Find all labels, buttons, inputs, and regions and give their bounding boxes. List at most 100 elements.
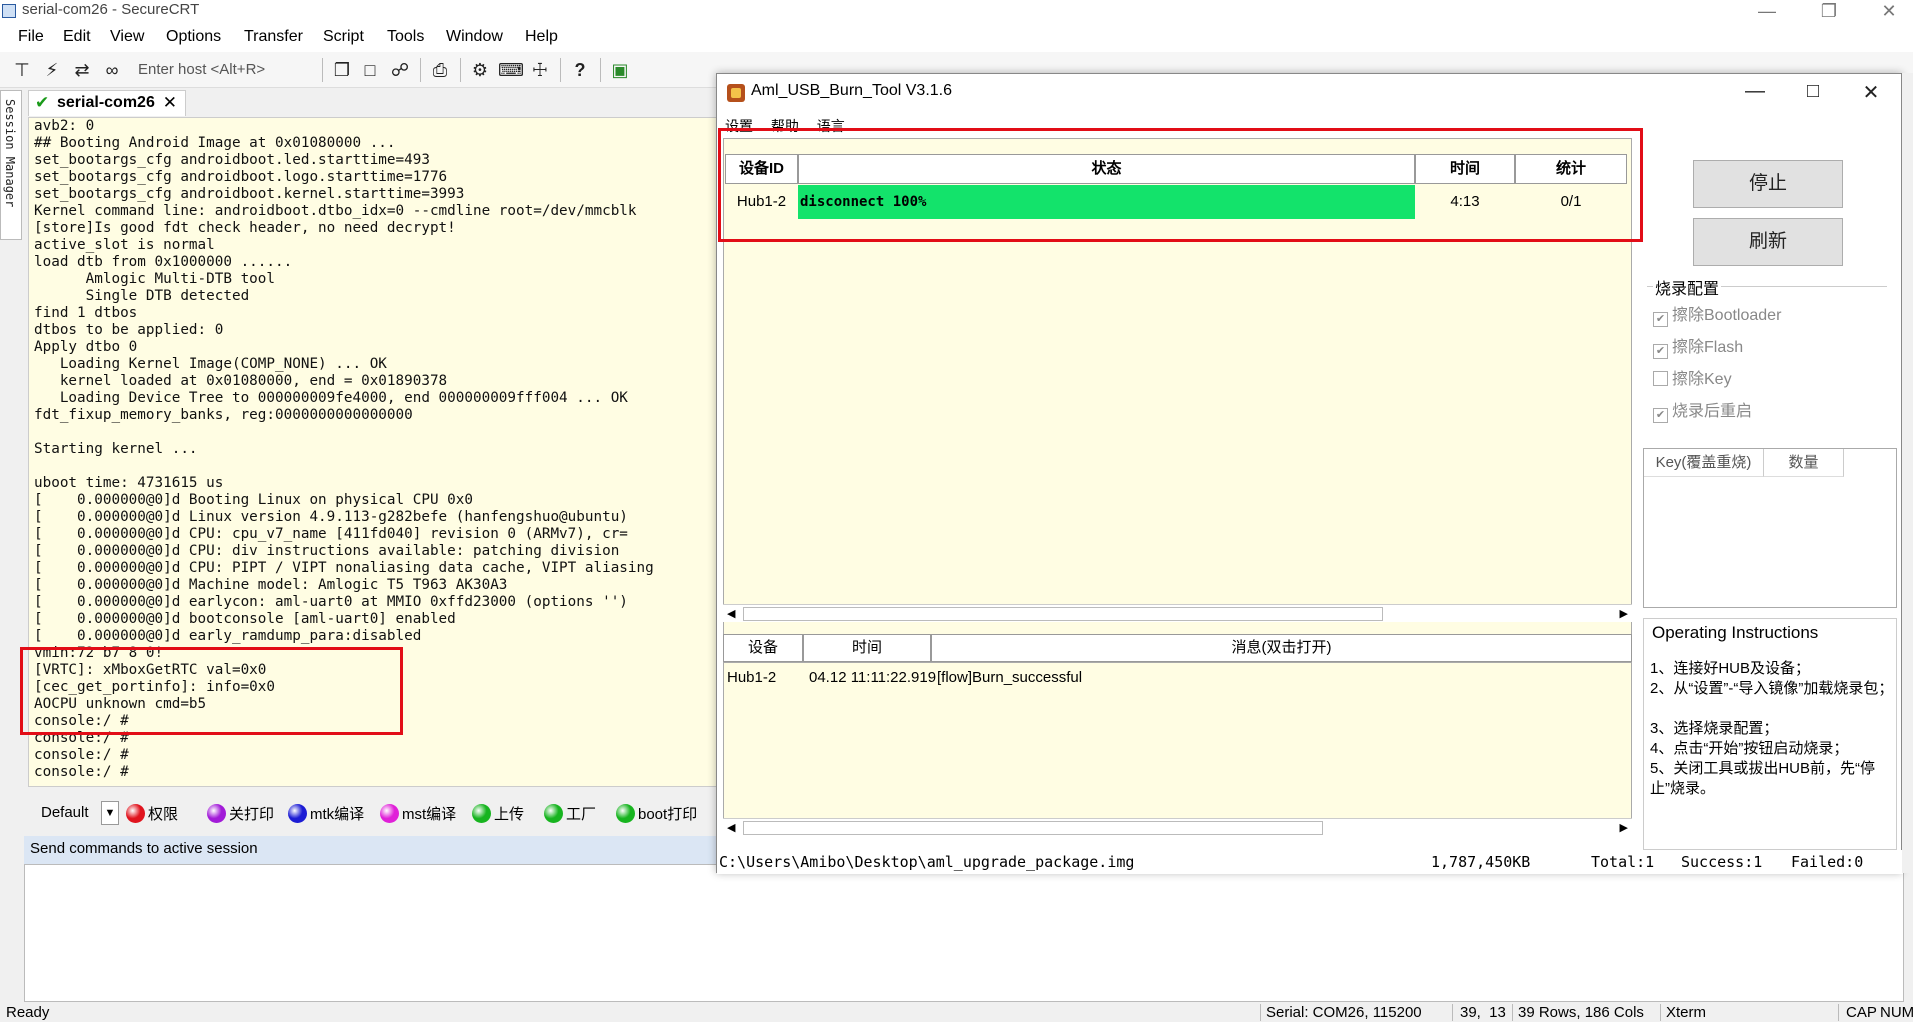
config-checkbox[interactable]: 擦除Key	[1653, 365, 1732, 389]
menu-help[interactable]: Help	[525, 28, 558, 46]
tab-close-icon[interactable]: ✕	[163, 93, 177, 113]
title-bar: serial-com26 - SecureCRT — ❐ ✕	[0, 0, 1913, 24]
terminal-line: active_slot is normal	[34, 237, 215, 253]
config-checkbox[interactable]: ✔ 擦除Flash	[1653, 333, 1743, 359]
scroll-right-icon[interactable]: ▶	[1620, 821, 1628, 834]
checkbox-icon[interactable]: ✔	[1653, 408, 1668, 423]
status-ready: Ready	[6, 1004, 50, 1021]
link-icon[interactable]: ∞	[100, 58, 124, 82]
paste-icon[interactable]: □	[358, 58, 382, 82]
scroll-right-icon[interactable]: ▶	[1620, 607, 1628, 620]
toolbar-separator	[600, 58, 601, 82]
terminal-line: [ 0.000000@0]d CPU: cpu_v7_name [411fd04…	[34, 526, 628, 542]
burn-maximize-icon[interactable]: □	[1793, 80, 1833, 103]
message-row[interactable]: Hub1-2 04.12 11:11:22.919 [flow]Burn_suc…	[724, 663, 1633, 693]
menu-window[interactable]: Window	[446, 28, 503, 46]
column-msg-device[interactable]: 设备	[723, 634, 803, 662]
burn-close-icon[interactable]: ✕	[1851, 80, 1891, 105]
checkbox-icon[interactable]: ✔	[1653, 344, 1668, 359]
terminal-line: [ 0.000000@0]d CPU: div instructions ava…	[34, 543, 620, 559]
find-icon[interactable]: ☍	[388, 58, 412, 82]
print-icon[interactable]: ⎙	[428, 58, 452, 82]
sftp-icon[interactable]: ▣	[608, 58, 632, 82]
terminal-line: Loading Device Tree to 000000009fe4000, …	[34, 390, 628, 406]
settings-icon[interactable]: ⚙	[468, 58, 492, 82]
reconnect-icon[interactable]: ⇄	[70, 58, 94, 82]
burn-minimize-icon[interactable]: —	[1735, 80, 1775, 103]
host-input[interactable]: Enter host <Alt+R>	[132, 58, 318, 82]
close-icon[interactable]: ✕	[1866, 0, 1912, 24]
quick-button[interactable]: boot打印	[616, 803, 697, 825]
terminal-line: avb2: 0	[34, 118, 95, 134]
menu-tools[interactable]: Tools	[387, 28, 424, 46]
quick-button-label: 工厂	[566, 806, 597, 823]
quick-button[interactable]: mst编译	[380, 803, 456, 825]
msg-message-cell: [flow]Burn_successful	[937, 669, 1083, 686]
session-manager-tab[interactable]: Session Manager	[0, 90, 22, 240]
toolbar-separator	[460, 58, 461, 82]
status-separator	[1452, 1004, 1453, 1021]
button-dot-icon	[544, 804, 563, 823]
quick-button[interactable]: 权限	[126, 803, 178, 825]
stop-button[interactable]: 停止	[1693, 160, 1843, 208]
checkbox-icon[interactable]: ✔	[1653, 312, 1668, 327]
column-key[interactable]: Key(覆盖重烧)	[1644, 449, 1764, 477]
config-checkbox[interactable]: ✔ 擦除Bootloader	[1653, 301, 1781, 327]
config-checkbox[interactable]: ✔ 烧录后重启	[1653, 397, 1752, 423]
scroll-thumb[interactable]	[743, 607, 1383, 621]
help-icon[interactable]: ?	[568, 58, 592, 82]
minimize-icon[interactable]: —	[1744, 0, 1790, 24]
maximize-icon[interactable]: ❐	[1806, 0, 1852, 24]
status-num: NUM	[1880, 1004, 1913, 1021]
menu-options[interactable]: Options	[166, 28, 221, 46]
status-separator	[1660, 1004, 1661, 1021]
total-count: Total:1	[1591, 853, 1655, 871]
device-list-scrollbar[interactable]: ◀ ▶	[723, 604, 1632, 622]
burn-tool-icon	[727, 84, 745, 102]
terminal-line: ## Booting Android Image at 0x01080000 .…	[34, 135, 396, 151]
status-separator	[1512, 1004, 1513, 1021]
terminal-line: kernel loaded at 0x01080000, end = 0x018…	[34, 373, 448, 389]
menu-transfer[interactable]: Transfer	[244, 28, 303, 46]
operating-instructions: Operating Instructions 1、连接好HUB及设备； 2、从“设…	[1643, 618, 1897, 850]
column-msg-time[interactable]: 时间	[803, 634, 931, 662]
tab-label: serial-com26	[57, 94, 155, 111]
menu-file[interactable]: File	[18, 28, 44, 46]
status-dimensions: 39 Rows, 186 Cols	[1518, 1004, 1644, 1021]
quick-button-label: 关打印	[229, 806, 275, 823]
instruction-line: 1、连接好HUB及设备；	[1650, 660, 1811, 677]
quick-connect-icon[interactable]: ⚡	[40, 58, 64, 82]
scroll-thumb[interactable]	[743, 821, 1323, 835]
terminal-line: uboot time: 4731615 us	[34, 475, 224, 491]
key-table[interactable]: Key(覆盖重烧) 数量	[1643, 448, 1897, 608]
terminal-line: Loading Kernel Image(COMP_NONE) ... OK	[34, 356, 387, 372]
button-bar-dropdown-icon[interactable]: ▼	[101, 801, 119, 825]
terminal-line: fdt_fixup_memory_banks, reg:000000000000…	[34, 407, 413, 423]
message-list-scrollbar[interactable]: ◀ ▶	[723, 818, 1632, 836]
copy-icon[interactable]: ❐	[330, 58, 354, 82]
key-icon[interactable]: ☩	[528, 58, 552, 82]
keymap-icon[interactable]: ⌨	[498, 58, 524, 82]
config-label: 擦除Bootloader	[1672, 307, 1782, 324]
column-count[interactable]: 数量	[1764, 449, 1844, 477]
quick-button[interactable]: 关打印	[207, 803, 274, 825]
button-dot-icon	[126, 804, 145, 823]
column-msg-message[interactable]: 消息(双击打开)	[931, 634, 1632, 662]
menu-script[interactable]: Script	[323, 28, 364, 46]
button-bar: Default ▼ 权限 关打印 mtk编译 mst编译 上传 工厂 boot打印	[28, 798, 718, 828]
button-bar-default: Default	[41, 804, 89, 821]
refresh-button[interactable]: 刷新	[1693, 218, 1843, 266]
send-commands-label: Send commands to active session	[30, 840, 258, 857]
quick-button[interactable]: 工厂	[544, 803, 596, 825]
connect-icon[interactable]: ⊤	[10, 58, 34, 82]
scroll-left-icon[interactable]: ◀	[727, 821, 735, 834]
terminal-line: Single DTB detected	[34, 288, 250, 304]
tab-serial-com26[interactable]: ✔ serial-com26 ✕	[28, 90, 186, 116]
menu-view[interactable]: View	[110, 28, 144, 46]
quick-button[interactable]: 上传	[472, 803, 524, 825]
checkbox-icon[interactable]	[1653, 371, 1668, 386]
scroll-left-icon[interactable]: ◀	[727, 607, 735, 620]
quick-button[interactable]: mtk编译	[288, 803, 364, 825]
menu-edit[interactable]: Edit	[63, 28, 91, 46]
main-vertical-scrollbar[interactable]	[1902, 73, 1913, 873]
